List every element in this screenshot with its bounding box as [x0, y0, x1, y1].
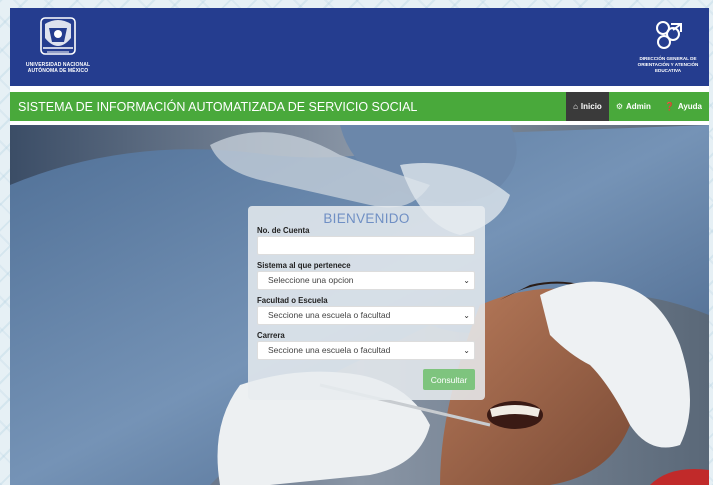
consultar-button[interactable]: Consultar — [423, 369, 475, 390]
chevron-down-icon: ⌄ — [463, 311, 470, 320]
system-title[interactable]: SISTEMA DE INFORMACIÓN AUTOMATIZADA DE S… — [10, 100, 566, 114]
unam-crest-icon — [40, 17, 76, 55]
nav-link-admin[interactable]: ⚙ Admin — [609, 92, 658, 121]
system-label: Sistema al que pertenece — [257, 261, 351, 270]
dgoae-name-line3: EDUCATIVA — [654, 68, 682, 73]
chevron-down-icon: ⌄ — [463, 276, 470, 285]
site-header: UNIVERSIDAD NACIONAL AUTÓNOMA DE MÉXICO … — [10, 8, 709, 86]
hero-image: BIENVENIDO No. de Cuenta Sistema al que … — [10, 125, 709, 485]
career-label: Carrera — [257, 331, 285, 340]
dgoae-name: DIRECCIÓN GENERAL DE ORIENTACIÓN Y ATENC… — [638, 56, 699, 74]
nav-link-ayuda[interactable]: ❓ Ayuda — [658, 92, 709, 121]
unam-name-line2: AUTÓNOMA DE MÉXICO — [27, 68, 89, 74]
nav-links: ⌂ Inicio ⚙ Admin ❓ Ayuda — [566, 92, 709, 121]
page-frame: UNIVERSIDAD NACIONAL AUTÓNOMA DE MÉXICO … — [10, 8, 709, 485]
career-select-value: Seccione una escuela o facultad — [268, 345, 391, 355]
dgoae-logo[interactable]: DIRECCIÓN GENERAL DE ORIENTACIÓN Y ATENC… — [631, 18, 705, 82]
gear-icon: ⚙ — [615, 102, 623, 111]
home-icon: ⌂ — [573, 102, 578, 111]
question-icon: ❓ — [664, 102, 675, 111]
school-label: Facultad o Escuela — [257, 296, 328, 305]
school-select[interactable]: Seccione una escuela o facultad ⌄ — [257, 306, 475, 325]
career-select[interactable]: Seccione una escuela o facultad ⌄ — [257, 341, 475, 360]
unam-name: UNIVERSIDAD NACIONAL AUTÓNOMA DE MÉXICO — [26, 62, 90, 74]
system-select[interactable]: Seleccione una opcion ⌄ — [257, 271, 475, 290]
main-navbar: SISTEMA DE INFORMACIÓN AUTOMATIZADA DE S… — [10, 92, 709, 121]
chevron-down-icon: ⌄ — [463, 346, 470, 355]
system-select-value: Seleccione una opcion — [268, 275, 354, 285]
unam-logo[interactable]: UNIVERSIDAD NACIONAL AUTÓNOMA DE MÉXICO — [18, 14, 98, 82]
nav-link-inicio-label: Inicio — [580, 102, 602, 111]
login-card: BIENVENIDO No. de Cuenta Sistema al que … — [248, 206, 485, 400]
account-label: No. de Cuenta — [257, 226, 310, 235]
school-select-value: Seccione una escuela o facultad — [268, 310, 391, 320]
nav-link-admin-label: Admin — [625, 102, 651, 111]
nav-link-inicio[interactable]: ⌂ Inicio — [566, 92, 609, 121]
welcome-title: BIENVENIDO — [323, 211, 410, 226]
dgoae-emblem-icon — [656, 21, 682, 49]
account-number-input[interactable] — [257, 236, 475, 255]
nav-link-ayuda-label: Ayuda — [677, 102, 702, 111]
